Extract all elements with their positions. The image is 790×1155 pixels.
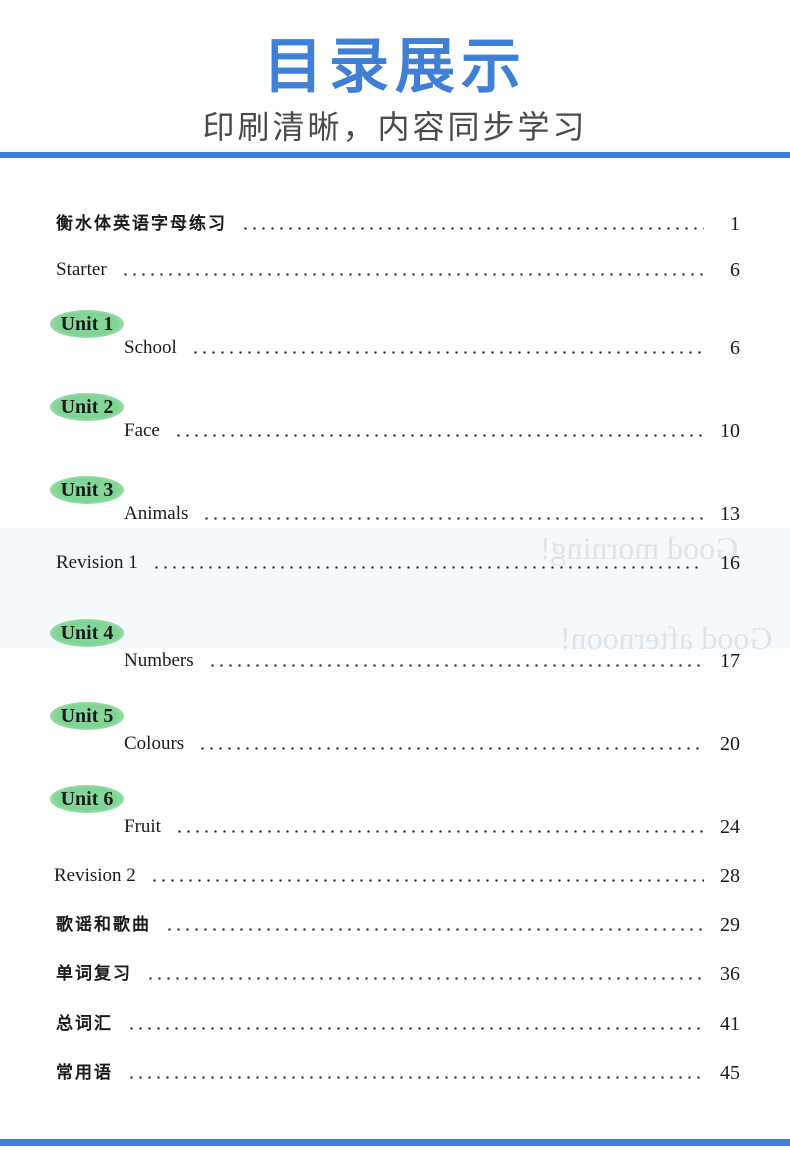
leader-dots [174,830,704,833]
toc-entry[interactable]: Animals 13 [124,498,740,526]
toc-page-number: 17 [720,650,740,672]
toc-label: 衡水体英语字母练习 [56,214,227,234]
toc-page-number: 10 [720,420,740,442]
toc-entry[interactable]: 衡水体英语字母练习 1 [56,208,740,236]
toc-label: Revision 1 [56,552,138,573]
leader-dots [127,1027,704,1030]
leader-dots [149,879,704,882]
leader-dots [190,351,704,354]
toc-entry[interactable]: Fruit 24 [124,811,740,839]
toc-label: 常用语 [56,1063,113,1083]
toc-page-number: 16 [720,552,740,574]
toc-label: Revision 2 [54,865,136,886]
unit-badge-label: Unit 6 [60,787,114,810]
toc-entry[interactable]: Revision 2 28 [54,860,740,888]
toc-entry[interactable]: Colours 20 [124,728,740,756]
leader-dots [165,928,704,931]
leader-dots [241,227,704,230]
toc-entry[interactable]: Starter 6 [56,254,740,282]
toc-label: 总词汇 [56,1014,113,1034]
toc-entry[interactable]: School 6 [124,332,740,360]
bottom-divider [0,1139,790,1146]
toc-label: 单词复习 [56,964,132,984]
unit-badge: Unit 1 [50,310,124,338]
unit-badge-label: Unit 3 [60,478,114,501]
leader-dots [202,517,704,520]
unit-badge-label: Unit 5 [60,704,114,727]
page-title: 目录展示 [263,32,527,102]
toc-page-number: 20 [720,733,740,755]
leader-dots [151,566,704,569]
toc-entry[interactable]: 总词汇 41 [56,1008,740,1036]
toc-entry[interactable]: Revision 1 16 [56,547,740,575]
unit-badge: Unit 2 [50,393,124,421]
toc-label: Numbers [124,650,194,671]
leader-dots [146,977,704,980]
unit-badge-label: Unit 2 [60,395,114,418]
toc-label: Fruit [124,816,161,837]
toc-page-number: 1 [730,213,740,235]
toc-page-number: 29 [720,914,740,936]
page-subtitle: 印刷清晰，内容同步学习 [202,108,588,146]
toc-label: Colours [124,733,185,754]
toc-page-number: 13 [720,503,740,525]
toc-label: 歌谣和歌曲 [56,915,151,935]
leader-dots [198,747,704,750]
toc-entry[interactable]: 单词复习 36 [56,958,740,986]
unit-badge: Unit 5 [50,702,124,730]
toc-entry[interactable]: Numbers 17 [124,645,740,673]
toc-entry[interactable]: 歌谣和歌曲 29 [56,909,740,937]
leader-dots [173,434,704,437]
unit-badge: Unit 3 [50,476,124,504]
toc-page-number: 6 [730,259,740,281]
leader-dots [127,1076,704,1079]
toc-label: Animals [124,503,189,524]
toc-page-number: 45 [720,1062,740,1084]
unit-badge: Unit 6 [50,785,124,813]
top-divider [0,152,790,158]
toc-entry[interactable]: Face 10 [124,415,740,443]
toc-page-number: 6 [730,337,740,359]
unit-badge-label: Unit 4 [60,621,114,644]
toc-page-number: 41 [720,1013,740,1035]
toc-label: Face [124,420,160,441]
toc-page-number: 28 [720,865,740,887]
leader-dots [120,273,704,276]
unit-badge: Unit 4 [50,619,124,647]
toc-entry[interactable]: 常用语 45 [56,1057,740,1085]
toc-label: School [124,337,177,358]
leader-dots [207,664,704,667]
toc-page-number: 24 [720,816,740,838]
unit-badge-label: Unit 1 [60,312,114,335]
toc-page-number: 36 [720,963,740,985]
toc-label: Starter [56,259,107,280]
